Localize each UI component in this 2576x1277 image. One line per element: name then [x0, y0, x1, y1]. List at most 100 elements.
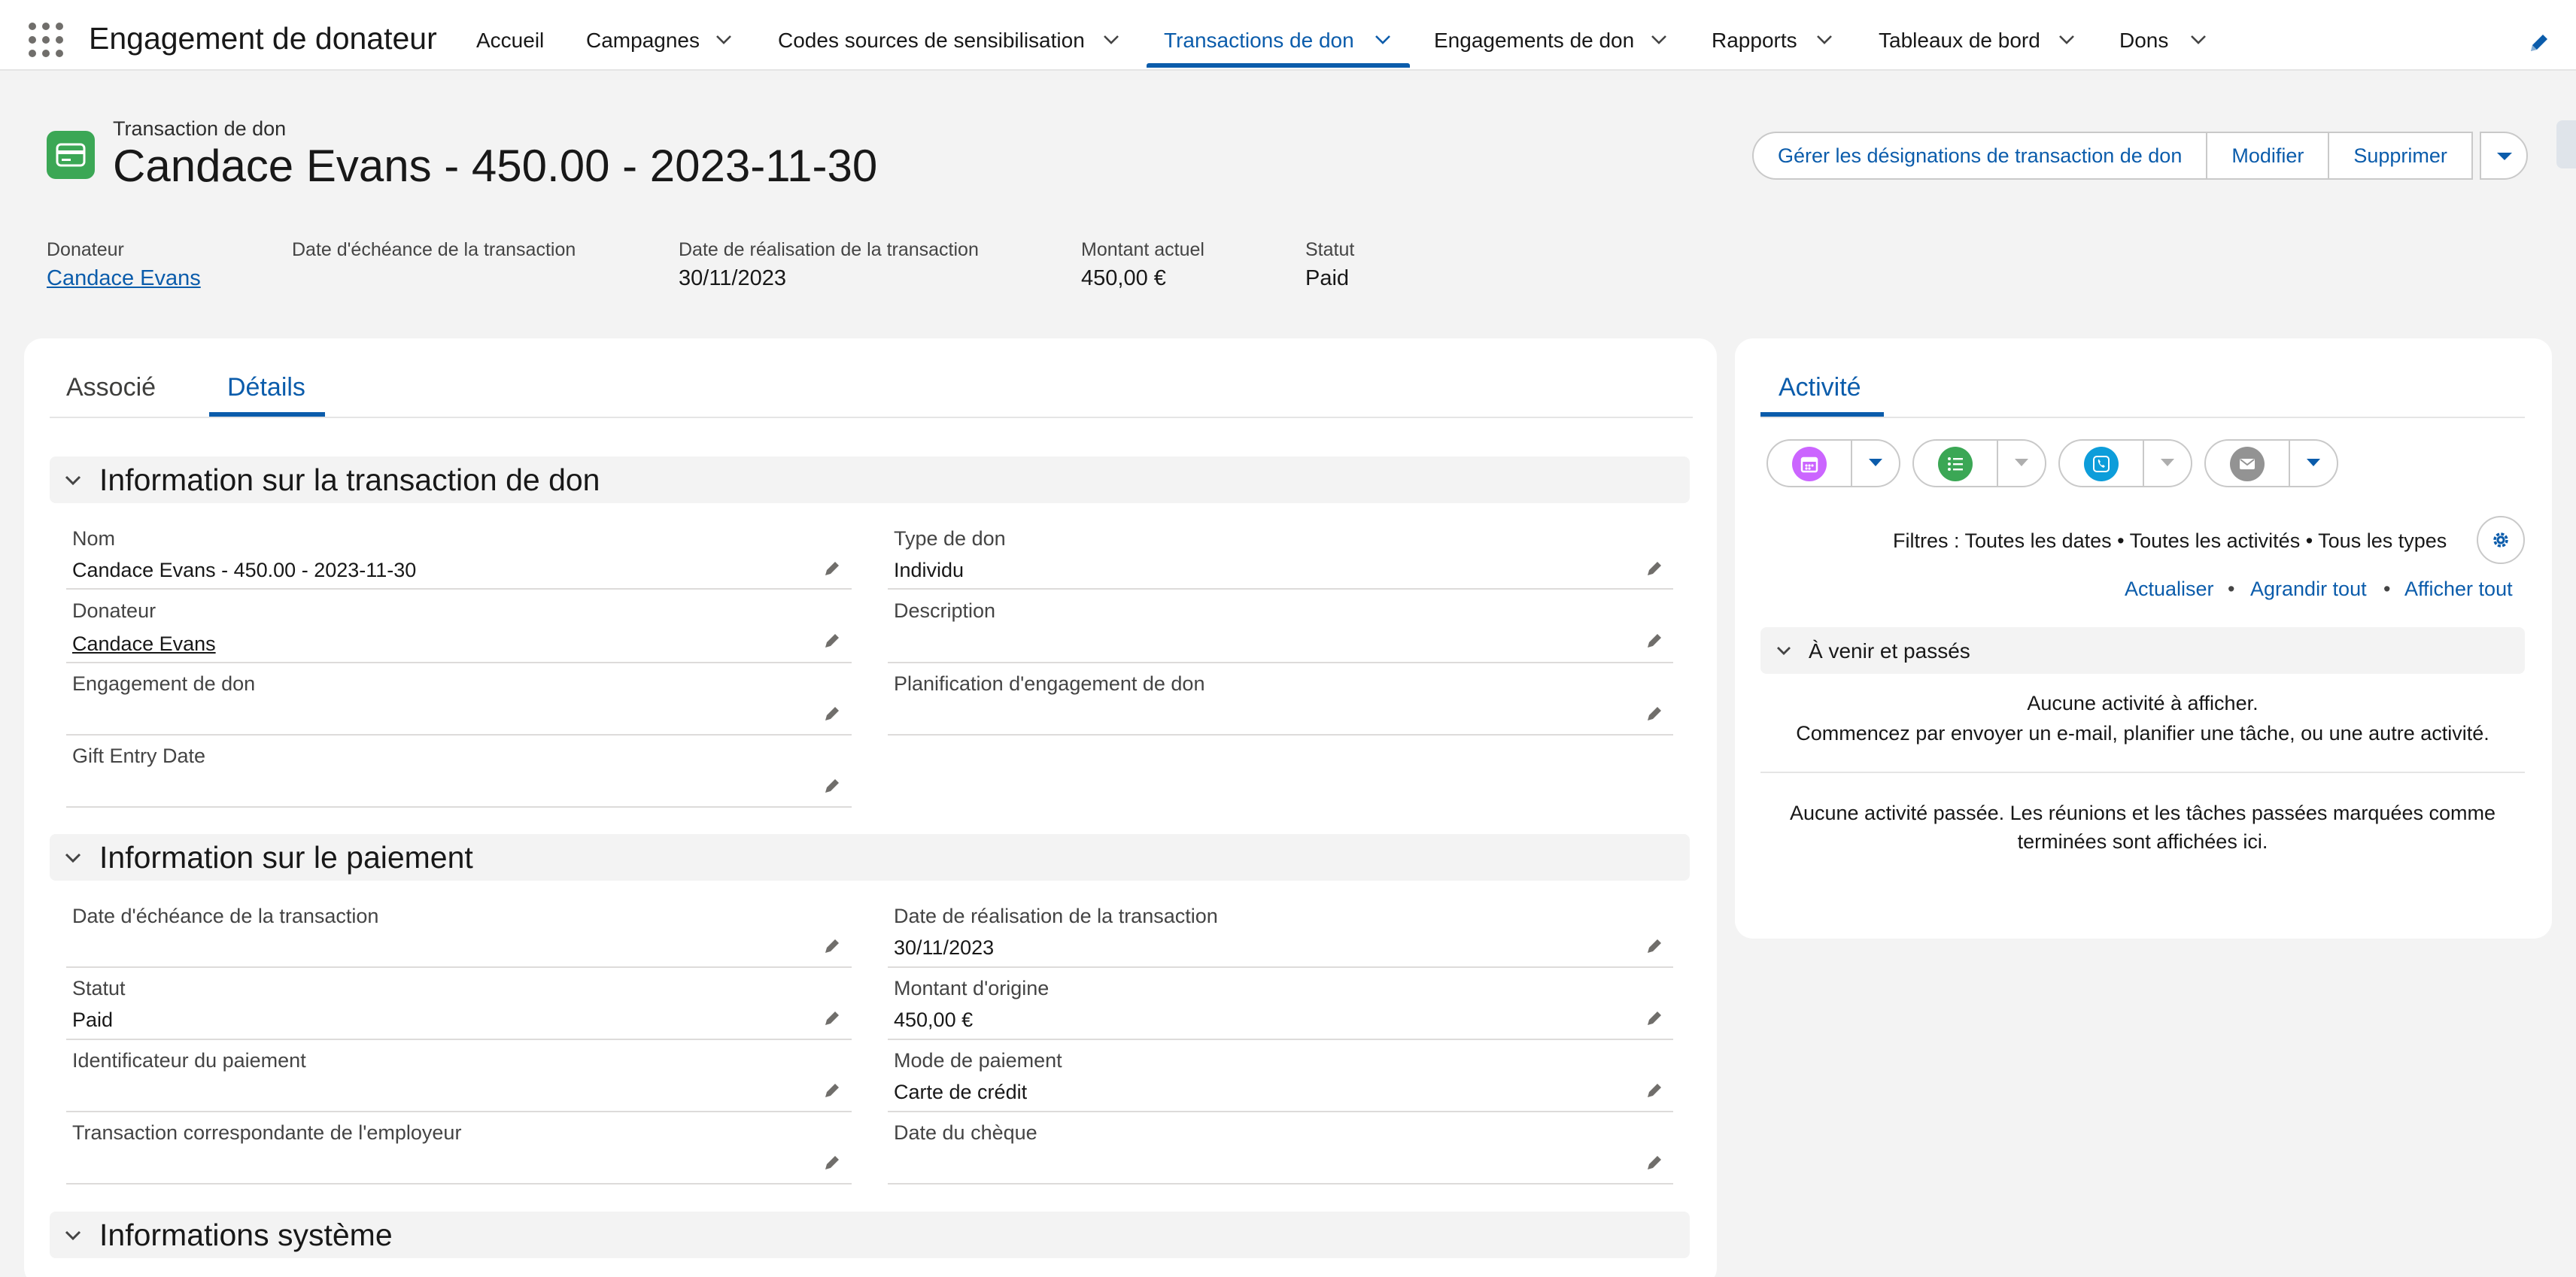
utility-panel-handle[interactable] [2556, 120, 2576, 168]
email-button[interactable] [2206, 441, 2290, 486]
pencil-icon[interactable] [1644, 558, 1665, 579]
field-label-planification: Planification d'engagement de don [894, 672, 1205, 695]
activity-settings-button[interactable] [2477, 516, 2525, 564]
nav-item-rapports[interactable]: Rapports [1712, 29, 1797, 53]
empty-activity-hint: Commencez par envoyer un e-mail, planifi… [1796, 722, 2489, 745]
past-activity-message: Aucune activité passée. Les réunions et … [1789, 802, 2496, 824]
past-activity-message-cont: terminées sont affichées ici. [2017, 830, 2268, 853]
task-dropdown-button[interactable] [2000, 441, 2045, 486]
caret-down-icon [2015, 459, 2028, 466]
tab-activite[interactable]: Activité [1779, 373, 1861, 402]
pencil-icon[interactable] [822, 936, 843, 957]
pencil-icon[interactable] [1644, 1080, 1665, 1101]
field-divider [888, 1039, 1673, 1040]
more-actions-button[interactable] [2480, 132, 2528, 180]
manage-designations-button[interactable]: Gérer les désignations de transaction de… [1754, 133, 2208, 178]
tab-divider [1760, 417, 2525, 418]
pencil-icon[interactable] [822, 558, 843, 579]
credit-card-icon [47, 131, 95, 179]
pencil-icon[interactable] [1644, 1152, 1665, 1173]
section-title: Information sur la transaction de don [99, 463, 600, 497]
email-dropdown-button[interactable] [2292, 441, 2337, 486]
pencil-icon[interactable] [822, 630, 843, 651]
nav-item-transactions-de-don[interactable]: Transactions de don [1164, 29, 1354, 53]
highlight-label-statut: Statut [1305, 239, 1355, 260]
field-label-date-echeance: Date d'échéance de la transaction [72, 905, 379, 927]
upcoming-past-section-header[interactable]: À venir et passés [1760, 627, 2525, 674]
chevron-down-icon[interactable] [1101, 29, 1122, 50]
pencil-icon[interactable] [822, 775, 843, 796]
view-all-link[interactable]: Afficher tout [2404, 578, 2513, 601]
field-divider [66, 1039, 852, 1040]
pencil-icon[interactable] [822, 703, 843, 724]
section-title: Informations système [99, 1218, 393, 1252]
field-divider [66, 734, 852, 736]
field-divider [888, 966, 1673, 968]
nav-item-codes-sources[interactable]: Codes sources de sensibilisation [778, 29, 1085, 53]
record-action-buttons: Gérer les désignations de transaction de… [1752, 132, 2473, 180]
email-button-group [2204, 439, 2338, 487]
caret-down-icon [2307, 459, 2320, 466]
field-label-employeur: Transaction correspondante de l'employeu… [72, 1121, 462, 1144]
edit-nav-pencil-icon[interactable] [2526, 30, 2552, 56]
nav-item-accueil[interactable]: Accueil [476, 29, 544, 53]
section-header-payment[interactable]: Information sur le paiement [50, 834, 1690, 881]
chevron-down-icon[interactable] [1372, 29, 1393, 50]
expand-all-link[interactable]: Agrandir tout [2250, 578, 2367, 601]
section-header-system[interactable]: Informations système [50, 1212, 1690, 1258]
refresh-link[interactable]: Actualiser [2125, 578, 2214, 601]
pencil-icon[interactable] [822, 1152, 843, 1173]
field-value-type-don: Individu [894, 559, 964, 581]
tab-associe[interactable]: Associé [66, 373, 156, 402]
app-launcher-icon[interactable] [29, 23, 63, 57]
task-list-icon [1938, 447, 1973, 481]
tab-details[interactable]: Détails [227, 373, 305, 402]
field-divider [66, 966, 852, 968]
delete-button[interactable]: Supprimer [2329, 133, 2473, 178]
field-divider [66, 1111, 852, 1112]
field-label-engagement: Engagement de don [72, 672, 256, 695]
nav-item-tableaux-de-bord[interactable]: Tableaux de bord [1879, 29, 2040, 53]
pencil-icon[interactable] [1644, 703, 1665, 724]
app-name: Engagement de donateur [89, 21, 437, 56]
chevron-down-icon[interactable] [2056, 29, 2077, 50]
event-dropdown-button[interactable] [1854, 441, 1899, 486]
caret-down-icon [2497, 153, 2512, 160]
pencil-icon[interactable] [1644, 630, 1665, 651]
highlight-value-date-realisation: 30/11/2023 [679, 266, 786, 290]
nav-item-campagnes[interactable]: Campagnes [586, 29, 700, 53]
chevron-down-icon[interactable] [1814, 29, 1835, 50]
field-label-description: Description [894, 599, 996, 622]
chevron-down-icon [65, 1230, 81, 1241]
edit-button[interactable]: Modifier [2207, 133, 2330, 178]
pencil-icon[interactable] [1644, 936, 1665, 957]
highlight-donateur-link[interactable]: Candace Evans [47, 266, 201, 291]
call-dropdown-button[interactable] [2146, 441, 2191, 486]
nav-item-dons[interactable]: Dons [2119, 29, 2168, 53]
separator-dot: • [2383, 578, 2391, 600]
activity-filters-text: Filtres : Toutes les dates • Toutes les … [1893, 529, 2447, 552]
field-label-mode-paiement: Mode de paiement [894, 1049, 1062, 1072]
upcoming-past-title: À venir et passés [1809, 639, 1970, 663]
field-label-montant-origine: Montant d'origine [894, 977, 1050, 999]
new-event-button[interactable] [1768, 441, 1852, 486]
field-label-statut: Statut [72, 977, 126, 999]
field-divider [66, 662, 852, 663]
chevron-down-icon[interactable] [1648, 29, 1669, 50]
pencil-icon[interactable] [822, 1080, 843, 1101]
highlight-value-montant: 450,00 € [1081, 266, 1166, 290]
calendar-icon [1792, 447, 1827, 481]
pencil-icon[interactable] [822, 1008, 843, 1029]
field-donateur-link[interactable]: Candace Evans [72, 632, 216, 656]
field-divider [888, 662, 1673, 663]
field-divider [66, 806, 852, 808]
pencil-icon[interactable] [1644, 1008, 1665, 1029]
field-label-identificateur: Identificateur du paiement [72, 1049, 306, 1072]
log-call-button[interactable] [2060, 441, 2144, 486]
chevron-down-icon[interactable] [713, 29, 734, 50]
new-task-button[interactable] [1914, 441, 1998, 486]
section-header-transaction[interactable]: Information sur la transaction de don [50, 457, 1690, 503]
caret-down-icon [1869, 459, 1882, 466]
chevron-down-icon[interactable] [2188, 29, 2209, 50]
nav-item-engagements-de-don[interactable]: Engagements de don [1434, 29, 1634, 53]
